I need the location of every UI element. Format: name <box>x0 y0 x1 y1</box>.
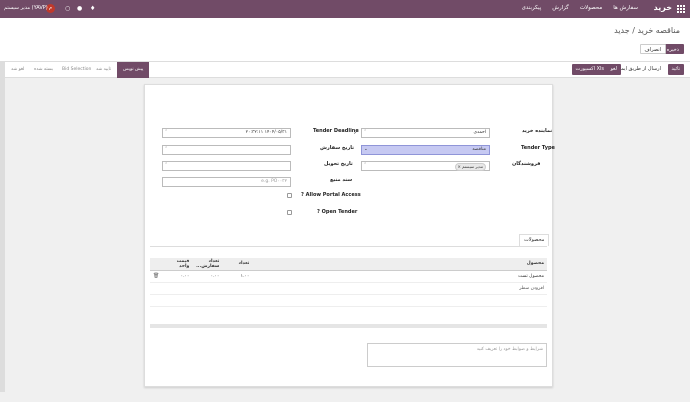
table-header-row: محصول تعداد تعداد سفارش... قیمت واحد <box>150 258 547 271</box>
confirm-button[interactable]: تائید <box>667 64 684 75</box>
table-footer-bar <box>150 324 547 328</box>
calendar-caret-icon: ˄ <box>165 163 168 168</box>
main-menu: سفارش ها محصولات گزارش پیکربندی <box>522 5 638 11</box>
cell-quantity[interactable]: ۱.۰۰ <box>222 270 253 283</box>
menu-item-configuration[interactable]: پیکربندی <box>522 5 542 11</box>
tender-deadline-label: Tender Deadline <box>313 128 359 134</box>
menu-item-reporting[interactable]: گزارش <box>552 5 569 11</box>
menu-item-orders[interactable]: سفارش ها <box>613 5 638 11</box>
col-unit-price[interactable]: قیمت واحد <box>162 258 193 271</box>
order-date-field[interactable]: ˄ <box>162 145 291 155</box>
status-draft[interactable]: پیش نویس <box>117 62 150 78</box>
purchase-rep-field[interactable]: احمدی ˄ <box>361 128 490 138</box>
open-tender-checkbox[interactable] <box>287 210 292 215</box>
vendors-field[interactable]: مدیر سیستم × ˄ <box>361 161 490 171</box>
purchase-rep-value: احمدی <box>473 130 486 135</box>
page-bottom <box>0 392 690 402</box>
chat-icon[interactable]: ● <box>77 5 82 12</box>
vendor-tag-label: مدیر سیستم <box>462 164 483 169</box>
add-line-row: افزودن سطر <box>150 282 547 295</box>
allow-portal-label: Allow Portal Access ? <box>301 192 361 198</box>
bell-icon[interactable]: ♦ <box>90 5 95 12</box>
app-brand[interactable]: خرید <box>654 3 672 12</box>
open-tender-label: Open Tender ? <box>317 209 358 215</box>
discard-button[interactable]: انصراف <box>639 44 666 54</box>
calendar-caret-icon: ˄ <box>165 147 168 152</box>
tender-deadline-value: ۱۴۰۴/۰۵/۳۱ ۲۰:۳۲:۱۱ <box>245 130 287 135</box>
top-navbar: خرید سفارش ها محصولات گزارش پیکربندی ♦ ●… <box>0 0 690 18</box>
add-line-link[interactable]: افزودن سطر <box>252 282 547 295</box>
cell-unit-price[interactable]: ۰.۰۰ <box>162 270 193 283</box>
delivery-date-label: تاریخ تحویل <box>324 161 353 167</box>
cell-product[interactable]: محصول تست <box>252 270 547 283</box>
status-cancelled[interactable]: لغو شد <box>5 62 30 78</box>
trash-icon[interactable]: 🗑 <box>153 273 159 279</box>
tab-products[interactable]: محصولات <box>519 234 550 246</box>
order-date-label: تاریخ سفارش <box>320 145 355 151</box>
apps-menu-icon[interactable] <box>676 4 685 13</box>
status-bid-selection[interactable]: Bid Selection <box>56 62 97 78</box>
clock-icon[interactable]: ○ <box>65 5 70 12</box>
status-closed[interactable]: بسته شده <box>28 62 59 78</box>
col-actions <box>150 258 163 271</box>
tender-type-label: Tender Type <box>521 145 555 151</box>
dropdown-caret-icon: ˄ <box>364 163 367 168</box>
tender-type-select[interactable]: مناقصه ⌄ <box>361 145 490 155</box>
order-lines-table: محصول تعداد تعداد سفارش... قیمت واحد محص… <box>150 258 547 307</box>
export-xls-button[interactable]: اکسپورت Xls <box>571 64 608 75</box>
tender-type-value: مناقصه <box>472 147 486 152</box>
source-doc-field[interactable]: e.g. PO۰۰۳۲ <box>162 177 291 187</box>
user-name[interactable]: مدیر سیستم (YAVP) <box>4 5 48 11</box>
scrollbar[interactable] <box>0 62 5 402</box>
cancel-button[interactable]: لغو <box>606 64 621 75</box>
empty-row <box>150 294 547 307</box>
col-qty-ordered[interactable]: تعداد سفارش... <box>192 258 223 271</box>
menu-item-products[interactable]: محصولات <box>580 5 602 11</box>
vendors-label: فروشندگان <box>512 161 541 167</box>
dropdown-caret-icon: ˄ <box>364 130 367 135</box>
source-doc-label: سند منبع <box>330 177 353 183</box>
tab-divider <box>150 246 547 247</box>
chevron-down-icon: ⌄ <box>364 147 368 152</box>
tender-deadline-field[interactable]: ۱۴۰۴/۰۵/۳۱ ۲۰:۳۲:۱۱ ˄ <box>162 128 291 138</box>
terms-notes-placeholder: شرایط و ضوابط خود را تعریف کنید <box>476 347 543 352</box>
col-product[interactable]: محصول <box>252 258 547 271</box>
terms-notes-field[interactable]: شرایط و ضوابط خود را تعریف کنید <box>367 343 547 367</box>
delivery-date-field[interactable]: ˄ <box>162 161 291 171</box>
action-bar: تائید ارسال از طریق ایمیل لغو اکسپورت Xl… <box>0 62 690 78</box>
purchase-rep-label: نماینده خرید <box>522 128 553 134</box>
calendar-caret-icon: ˄ <box>165 130 168 135</box>
source-doc-placeholder: e.g. PO۰۰۳۲ <box>261 179 287 184</box>
vendor-tag[interactable]: مدیر سیستم × <box>454 163 486 171</box>
breadcrumb[interactable]: مناقصه خرید / جدید <box>614 26 680 35</box>
cell-qty-ordered[interactable]: ۰.۰۰ <box>192 270 223 283</box>
control-panel: مناقصه خرید / جدید ذخیره انصراف <box>0 18 690 62</box>
col-quantity[interactable]: تعداد <box>222 258 253 271</box>
external-link-icon[interactable]: ↗ <box>353 128 359 136</box>
table-row[interactable]: محصول تست ۱.۰۰ ۰.۰۰ ۰.۰۰ 🗑 <box>150 270 547 283</box>
allow-portal-checkbox[interactable] <box>287 193 292 198</box>
